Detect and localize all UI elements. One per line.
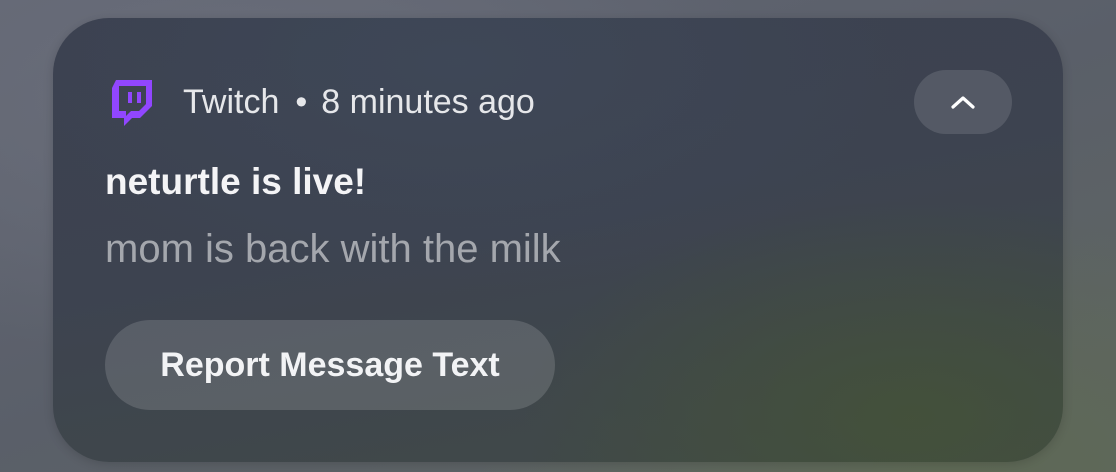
notification-card[interactable]: Twitch • 8 minutes ago neturtle is live!… bbox=[53, 18, 1063, 462]
twitch-icon bbox=[112, 80, 152, 126]
header-separator: • bbox=[295, 82, 308, 121]
notification-body: mom is back with the milk bbox=[105, 227, 561, 271]
app-name: Twitch bbox=[183, 82, 280, 121]
notification-header: Twitch • 8 minutes ago bbox=[183, 80, 535, 124]
notification-title: neturtle is live! bbox=[105, 161, 367, 202]
chevron-up-icon bbox=[951, 96, 975, 109]
report-message-text-button[interactable]: Report Message Text bbox=[105, 320, 555, 410]
timestamp: 8 minutes ago bbox=[321, 82, 535, 121]
action-button-label: Report Message Text bbox=[160, 345, 500, 384]
collapse-button[interactable] bbox=[914, 70, 1012, 134]
